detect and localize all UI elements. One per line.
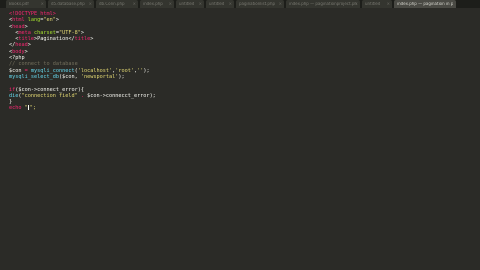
tab-paginationlist[interactable]: paginationlist.php × bbox=[236, 0, 284, 8]
function-token: mysqli_select_db bbox=[9, 73, 59, 80]
tag-token: head bbox=[15, 42, 28, 49]
function-token: mysqli_connect bbox=[30, 67, 75, 74]
token: ); bbox=[118, 73, 125, 80]
tag-token: title bbox=[18, 36, 34, 43]
line-gutter bbox=[0, 8, 8, 270]
tab-books-pdf[interactable]: Books.pdf × bbox=[6, 0, 46, 8]
token: > bbox=[80, 29, 84, 36]
string-token: 'newsportal' bbox=[80, 73, 119, 80]
close-icon[interactable]: × bbox=[355, 1, 358, 6]
attr-token: lang bbox=[24, 17, 41, 24]
token: < bbox=[9, 29, 19, 36]
close-icon[interactable]: × bbox=[199, 1, 202, 6]
doctype-token: <!DOCTYPE html> bbox=[9, 11, 56, 17]
close-icon[interactable]: × bbox=[279, 1, 282, 6]
string-token: " bbox=[21, 105, 28, 112]
tag-token: meta bbox=[18, 29, 31, 36]
string-token: 'root' bbox=[115, 67, 134, 74]
attr-token: charset bbox=[30, 29, 56, 36]
tab-index-php[interactable]: index.php × bbox=[140, 0, 174, 8]
function-token: die bbox=[9, 92, 19, 99]
tag-token: head bbox=[12, 23, 25, 30]
operator-token: = bbox=[21, 67, 31, 74]
tab-untitled-1[interactable]: untitled × bbox=[176, 0, 204, 8]
operator-token: . bbox=[77, 92, 88, 99]
tab-label: index.php bbox=[143, 2, 163, 6]
close-icon[interactable]: × bbox=[41, 1, 44, 6]
tab-d5-database[interactable]: d5.database.php × bbox=[48, 0, 94, 8]
close-icon[interactable]: × bbox=[169, 1, 172, 6]
token: < bbox=[9, 36, 19, 43]
string-token: 'localhost' bbox=[77, 67, 113, 74]
tab-label: Books.pdf bbox=[9, 2, 29, 6]
tab-label: d5.database.php bbox=[51, 2, 85, 6]
tab-active-index[interactable]: index.php — pagination in php bbox=[394, 0, 456, 8]
token: ($con->connect_error){ bbox=[15, 86, 84, 93]
tag-token: title bbox=[74, 36, 91, 43]
token: ); bbox=[143, 67, 150, 74]
tab-label: untitled bbox=[365, 2, 381, 6]
string-token: "UTF-8" bbox=[59, 29, 81, 36]
close-icon[interactable]: × bbox=[229, 1, 232, 6]
close-icon[interactable]: × bbox=[89, 1, 92, 6]
tab-label: index.php — paginationproject.php bbox=[289, 2, 357, 6]
php-open-token: <?php bbox=[9, 55, 25, 62]
code-area[interactable]: <!DOCTYPE html> <html lang="en"> <head> <m… bbox=[9, 11, 156, 112]
code-editor[interactable]: <!DOCTYPE html> <html lang="en"> <head> <m… bbox=[0, 8, 480, 270]
tab-db-conn[interactable]: db.Conn.php × bbox=[96, 0, 138, 8]
token: > bbox=[24, 48, 28, 55]
tab-label: untitled bbox=[179, 2, 195, 6]
tab-bar: Books.pdf × d5.database.php × db.Conn.ph… bbox=[0, 0, 480, 8]
tab-label: untitled bbox=[209, 2, 225, 6]
close-icon[interactable]: × bbox=[387, 1, 390, 6]
tab-label: db.Conn.php bbox=[99, 2, 125, 6]
string-token: "; bbox=[29, 105, 36, 112]
close-icon[interactable]: × bbox=[133, 1, 136, 6]
variable-token: $con bbox=[9, 67, 22, 74]
token: > bbox=[90, 36, 94, 43]
token: $con->connecct_error bbox=[87, 92, 150, 99]
tag-token: body bbox=[12, 48, 25, 55]
token: > bbox=[27, 42, 31, 49]
tab-untitled-3[interactable]: untitled × bbox=[362, 0, 392, 8]
tag-token: html bbox=[12, 17, 25, 24]
tab-pagination-project[interactable]: index.php — paginationproject.php × bbox=[286, 0, 360, 8]
keyword-token: echo bbox=[9, 105, 22, 112]
token: > bbox=[55, 17, 59, 24]
string-token: "connection field" bbox=[21, 92, 78, 99]
tab-label: paginationlist.php bbox=[239, 2, 276, 6]
tab-label: index.php — pagination in php bbox=[397, 2, 453, 6]
code-line: echo " "; bbox=[9, 105, 156, 111]
token: ($con, bbox=[58, 73, 81, 80]
text-token: Pagination bbox=[37, 36, 69, 43]
comment-token: // connect to database bbox=[9, 61, 78, 68]
token: } bbox=[9, 99, 13, 106]
token: > bbox=[24, 23, 28, 30]
token: ); bbox=[149, 92, 156, 99]
tab-untitled-2[interactable]: untitled × bbox=[206, 0, 234, 8]
editor-window: Books.pdf × d5.database.php × db.Conn.ph… bbox=[0, 0, 480, 270]
string-token: "en" bbox=[43, 17, 56, 24]
code-line: die("connection field" . $con->connecct_… bbox=[9, 93, 156, 99]
